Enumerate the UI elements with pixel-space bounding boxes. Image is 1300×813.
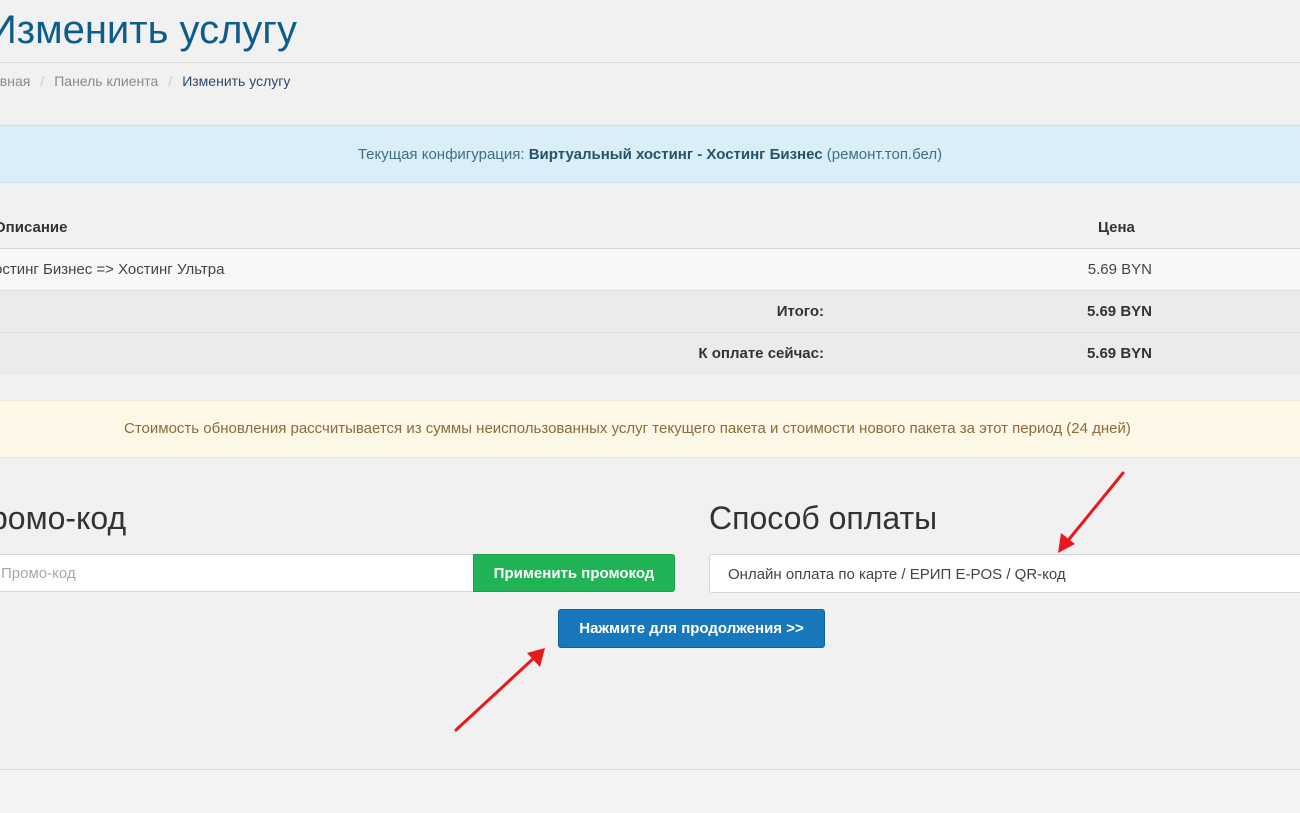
title-divider (0, 62, 1300, 63)
arrow-to-payment-select (1058, 471, 1125, 553)
promo-code-heading: ромо-код (0, 500, 127, 536)
arrow-to-continue-button (454, 648, 545, 732)
apply-promo-button[interactable]: Применить промокод (473, 554, 675, 592)
footer-area (0, 770, 1300, 813)
upgrade-description: остинг Бизнес => Хостинг Ультра (0, 261, 225, 278)
upgrade-cost-notice-text: Стоимость обновления рассчитывается из с… (124, 420, 1131, 437)
breadcrumb-client-area[interactable]: Панель клиента (54, 73, 158, 89)
description-column-header: Описание (0, 219, 68, 236)
upgrade-price: 5.69 BYN (1087, 261, 1152, 278)
current-product-name: Виртуальный хостинг - Хостинг Бизнес (528, 146, 823, 163)
upgrade-cost-notice: Стоимость обновления рассчитывается из с… (0, 400, 1300, 458)
total-row: Итого: 5.69 BYN (0, 291, 1300, 333)
total-value: 5.69 BYN (1086, 303, 1152, 320)
breadcrumb-current: Изменить услугу (182, 73, 291, 89)
due-now-row: К оплате сейчас: 5.69 BYN (0, 333, 1300, 375)
breadcrumb-home[interactable]: авная (0, 73, 30, 89)
current-domain: (ремонт.топ.бел) (822, 146, 943, 163)
breadcrumb-separator: / (40, 73, 45, 89)
promo-code-input[interactable] (0, 554, 474, 592)
current-configuration-prefix: Текущая конфигурация: (357, 146, 529, 163)
order-summary-table: Описание Цена остинг Бизнес => Хостинг У… (0, 205, 1300, 375)
price-column-header: Цена (1098, 219, 1135, 236)
page-title: Изменить услугу (0, 8, 298, 52)
payment-method-selected: Онлайн оплата по карте / ЕРИП E-POS / QR… (728, 566, 1066, 583)
page: Изменить услугу авная / Панель клиента / Изм… (0, 0, 1300, 813)
breadcrumb-separator: / (168, 73, 173, 89)
current-configuration-text: Текущая конфигурация: Виртуальный хостин… (0, 146, 1300, 163)
table-header-row: Описание Цена (0, 205, 1300, 249)
current-configuration-banner: Текущая конфигурация: Виртуальный хостин… (0, 125, 1300, 183)
total-label: Итого: (776, 303, 824, 320)
breadcrumb: авная / Панель клиента / Изменить услугу (0, 73, 290, 89)
continue-button[interactable]: Нажмите для продолжения >> (558, 609, 825, 648)
payment-method-heading: Способ оплаты (709, 500, 938, 536)
table-row: остинг Бизнес => Хостинг Ультра 5.69 BYN (0, 249, 1300, 291)
due-now-label: К оплате сейчас: (698, 345, 824, 362)
due-now-value: 5.69 BYN (1086, 345, 1152, 362)
payment-method-select[interactable]: Онлайн оплата по карте / ЕРИП E-POS / QR… (709, 554, 1300, 593)
